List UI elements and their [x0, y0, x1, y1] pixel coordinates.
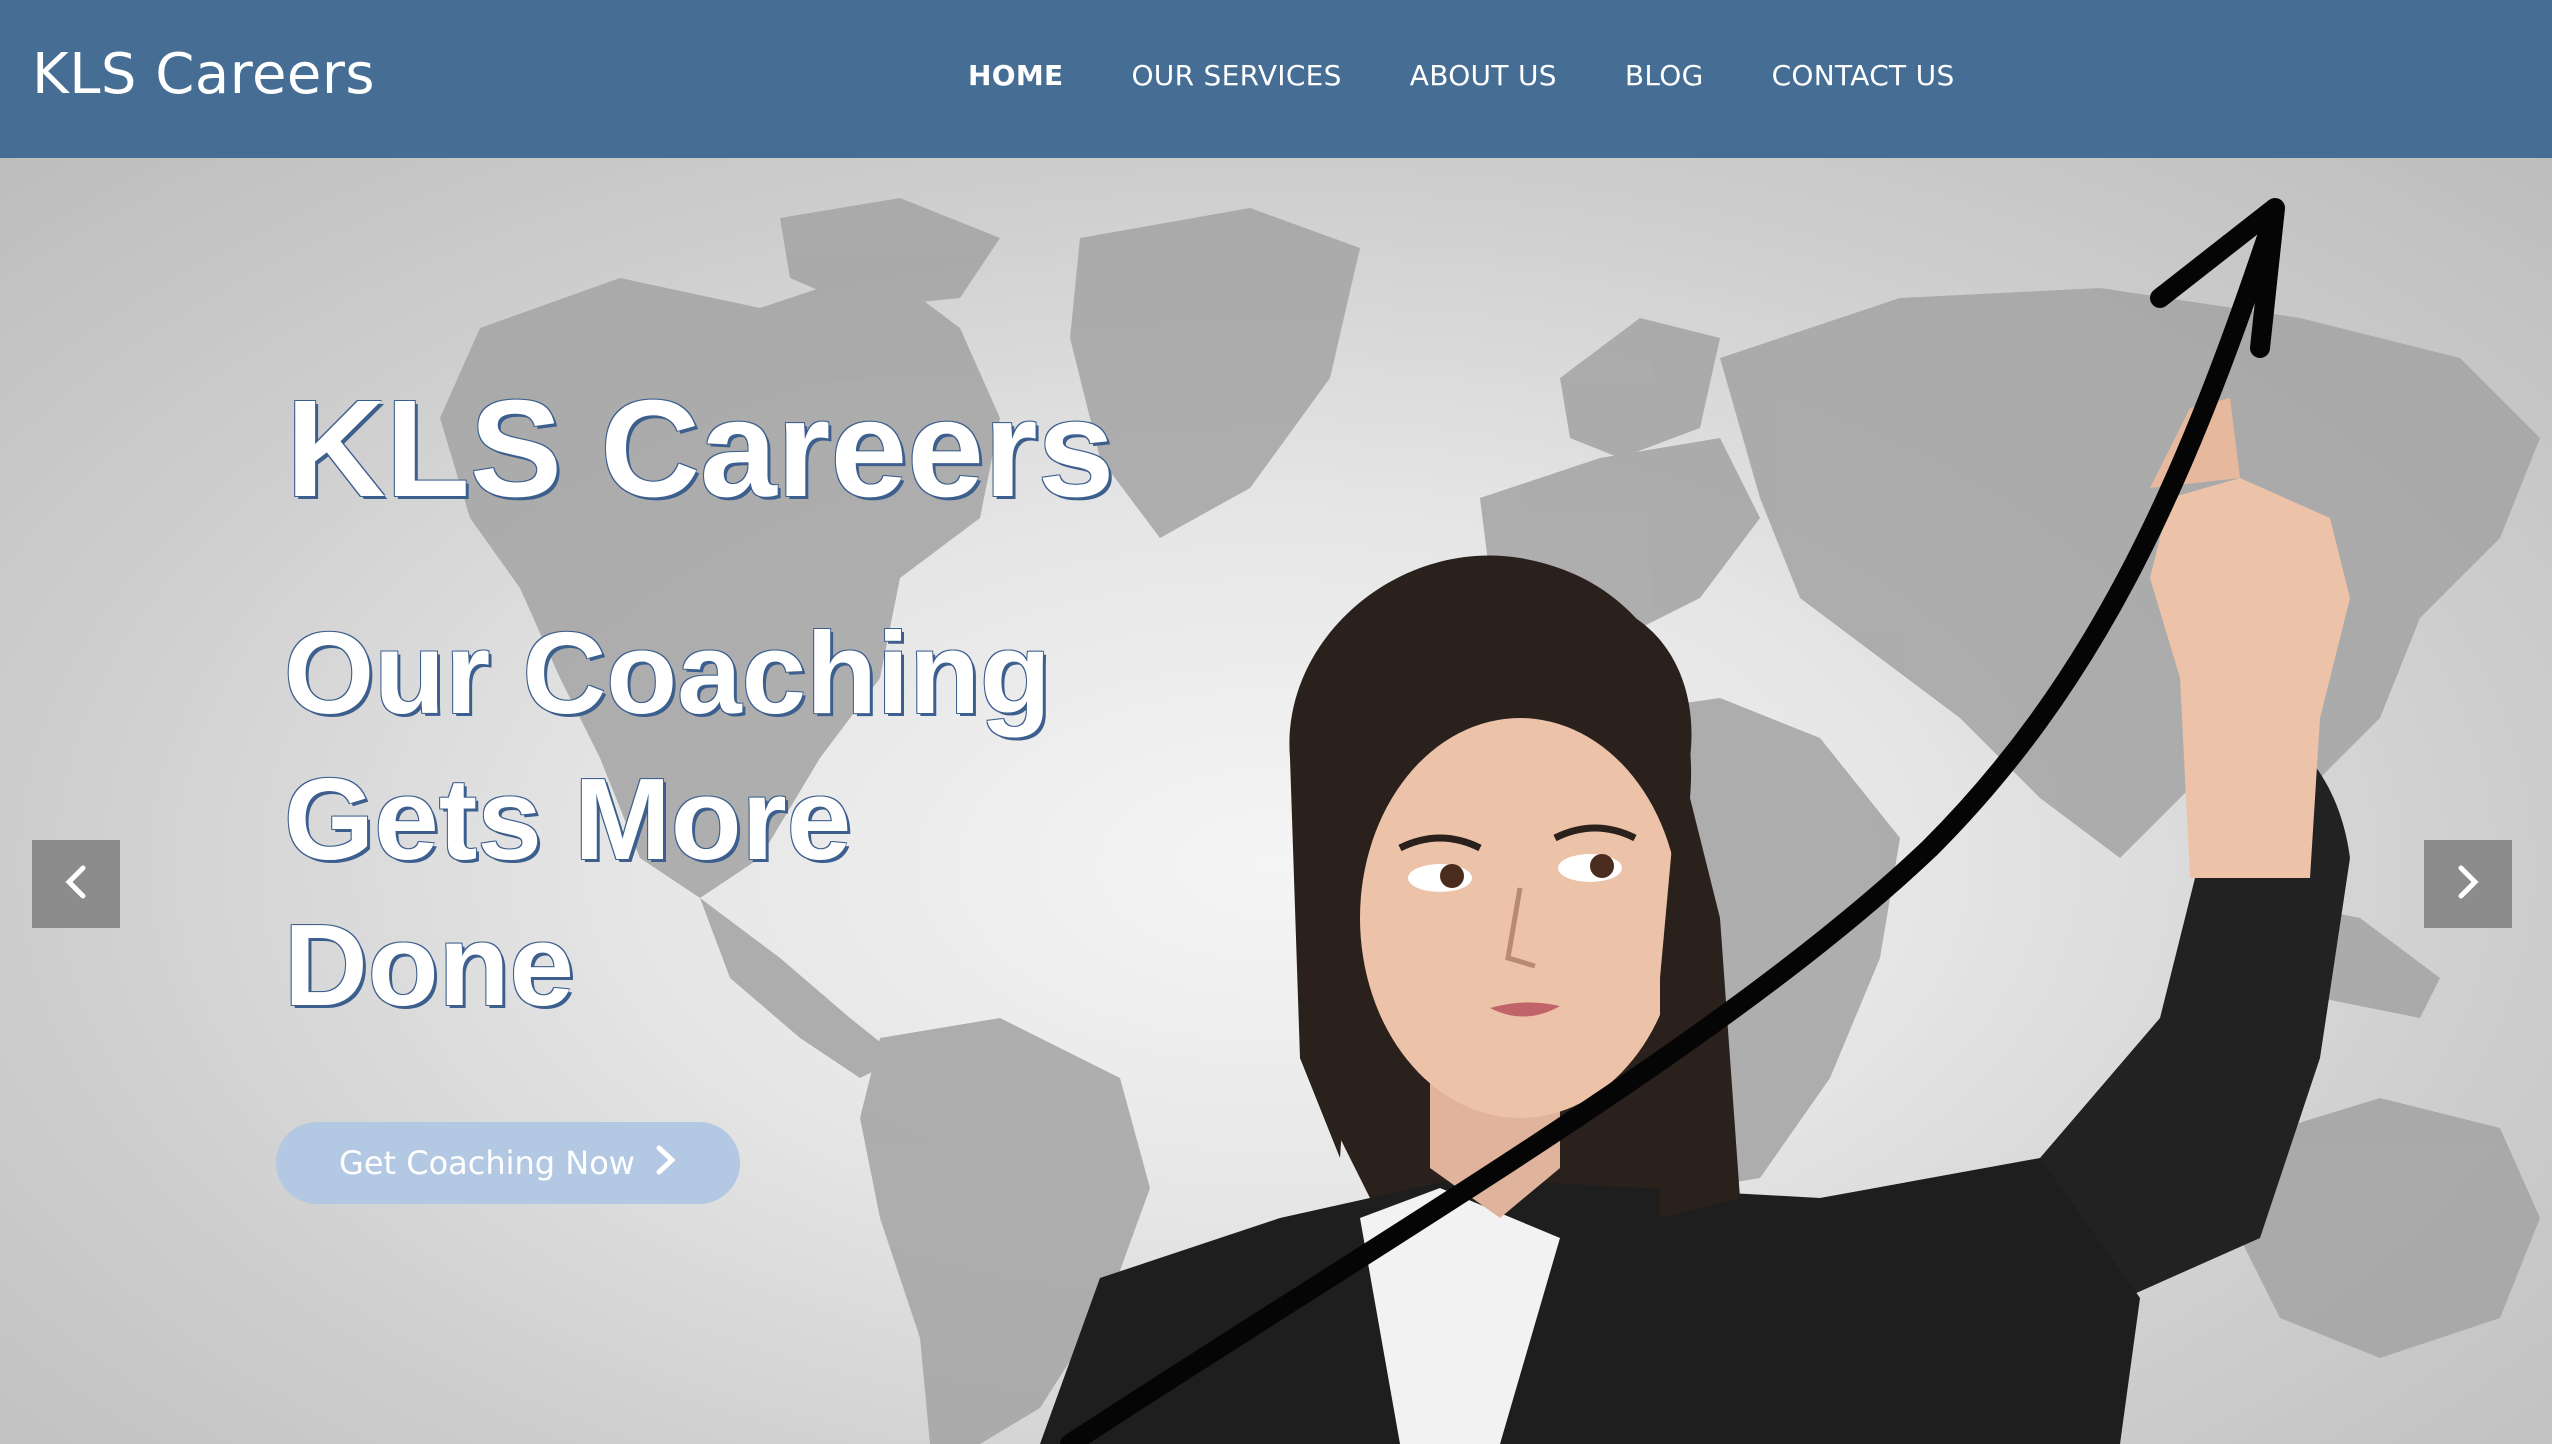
chevron-left-icon — [61, 862, 91, 907]
chevron-right-icon — [2453, 862, 2483, 907]
slider-next-button[interactable] — [2424, 840, 2512, 928]
slider-prev-button[interactable] — [32, 840, 120, 928]
navbar: KLS Careers HOME OUR SERVICES ABOUT US B… — [0, 0, 2552, 158]
cta-label: Get Coaching Now — [339, 1144, 635, 1182]
nav-item-about-us[interactable]: ABOUT US — [1410, 59, 1557, 92]
hero-slider: KLS Careers Our Coaching Gets More Done … — [0, 158, 2552, 1444]
chevron-right-icon — [655, 1143, 677, 1184]
nav-item-contact-us[interactable]: CONTACT US — [1772, 59, 1955, 92]
nav-item-blog[interactable]: BLOG — [1625, 59, 1704, 92]
hero-title: KLS Careers — [286, 372, 1115, 526]
nav-item-home[interactable]: HOME — [968, 59, 1063, 92]
hero-subtitle: Our Coaching Gets More Done — [284, 608, 1051, 1030]
site-logo[interactable]: KLS Careers — [32, 0, 375, 150]
nav-item-our-services[interactable]: OUR SERVICES — [1131, 59, 1341, 92]
get-coaching-now-button[interactable]: Get Coaching Now — [276, 1122, 740, 1204]
main-nav: HOME OUR SERVICES ABOUT US BLOG CONTACT … — [968, 0, 2023, 150]
